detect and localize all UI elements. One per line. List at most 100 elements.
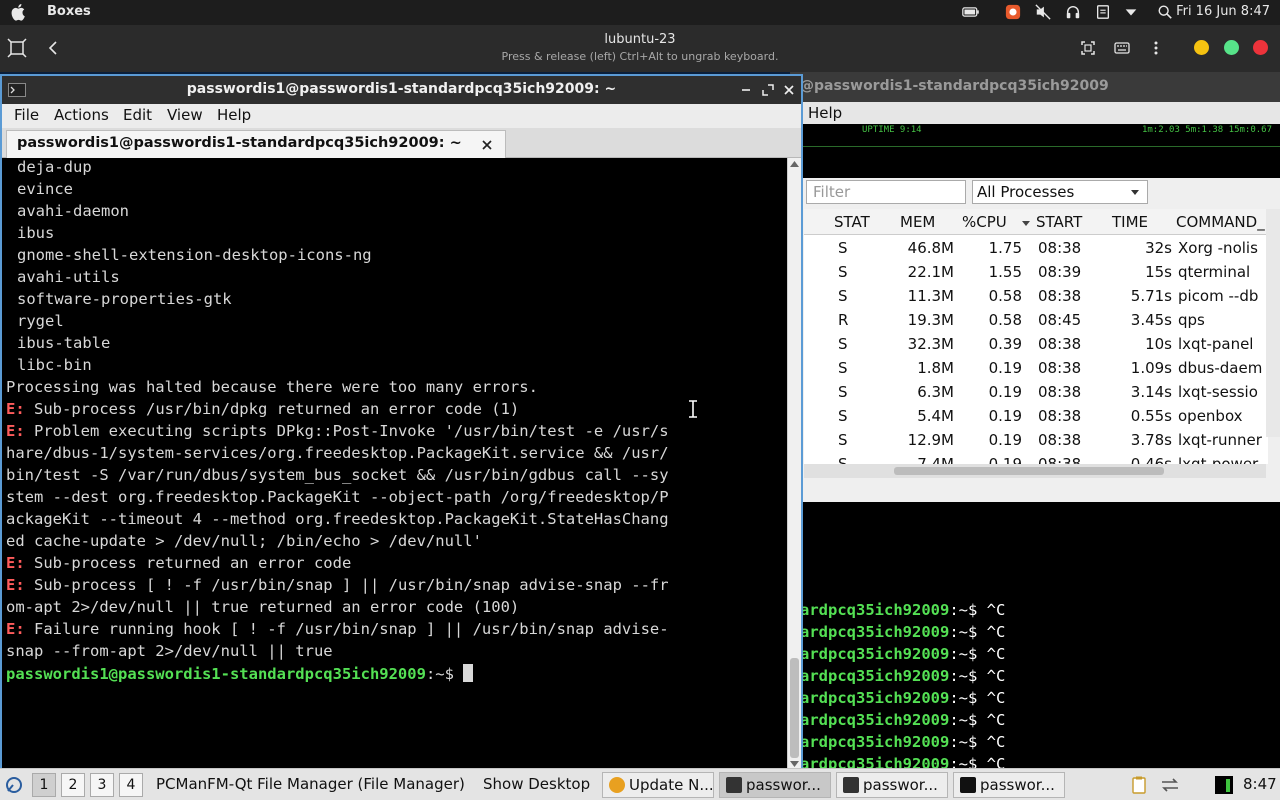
terminal-line: libc-bin — [17, 356, 92, 374]
mouse-ibeam-cursor-icon — [689, 400, 697, 418]
taskbar-button[interactable]: passwor... — [719, 772, 831, 798]
process-cell: 08:45 — [1038, 311, 1082, 329]
terminal-line: evince — [17, 180, 73, 198]
battery-icon[interactable] — [962, 4, 980, 20]
column-header-stat[interactable]: STAT — [834, 213, 870, 231]
process-cell: 08:38 — [1038, 455, 1082, 464]
background-terminal-titlebar[interactable]: @passwordis1-standardpcq35ich92009 — [790, 72, 1280, 102]
prompt-user-host: ardpcq35ich92009 — [800, 623, 950, 641]
active-app-name[interactable]: Boxes — [47, 4, 91, 19]
scrollbar-thumb[interactable] — [894, 467, 1164, 475]
terminal-tab-active[interactable]: passwordis1@passwordis1-standardpcq35ich… — [6, 130, 506, 158]
maximize-button[interactable] — [1224, 40, 1239, 55]
taskbar-button-label: Update N... — [629, 776, 714, 794]
column-header-command_l[interactable]: COMMAND_L — [1176, 213, 1268, 231]
process-table-horizontal-scrollbar[interactable] — [804, 464, 1266, 478]
menu-help[interactable]: Help — [217, 106, 251, 124]
close-button[interactable] — [1253, 40, 1268, 55]
apple-logo-icon[interactable] — [10, 3, 28, 21]
network-transfer-icon[interactable] — [1160, 777, 1180, 793]
process-cell: 32.3M — [907, 335, 954, 353]
process-row[interactable]: S 7.4M 0.19 08:38 0.46s lxqt-power — [804, 453, 1268, 464]
scroll-down-icon[interactable] — [790, 760, 799, 768]
terminal-line: E: Sub-process /usr/bin/dpkg returned an… — [6, 400, 520, 418]
process-row[interactable]: S 22.1M 1.55 08:39 15s qterminal — [804, 261, 1268, 285]
close-icon[interactable] — [783, 84, 795, 96]
main-terminal-window: passwordis1@passwordis1-standardpcq35ich… — [0, 74, 803, 768]
process-row[interactable]: S 6.3M 0.19 08:38 3.14s lxqt-sessio — [804, 381, 1268, 405]
process-row[interactable]: S 5.4M 0.19 08:38 0.55s openbox — [804, 405, 1268, 429]
main-terminal-title: passwordis1@passwordis1-standardpcq35ich… — [186, 81, 617, 97]
menu-edit[interactable]: Edit — [123, 106, 152, 124]
more-options-icon[interactable] — [1150, 40, 1162, 56]
close-tab-icon[interactable] — [481, 139, 493, 151]
process-table[interactable]: STAT MEM %CPU START TIME COMMAND_L S 46.8M 1.75… — [804, 209, 1268, 464]
keyboard-icon[interactable] — [1114, 40, 1130, 56]
main-terminal-scrollbar[interactable] — [787, 158, 801, 768]
panel-clock[interactable]: 8:47 — [1243, 775, 1277, 793]
column-header-mem[interactable]: MEM — [900, 213, 935, 231]
file-manager-launcher[interactable]: PCManFM-Qt File Manager (File Manager) — [156, 775, 465, 793]
taskbar-button-label: passwor... — [863, 776, 938, 794]
process-row[interactable]: S 1.8M 0.19 08:38 1.09s dbus-daem — [804, 357, 1268, 381]
menu-help[interactable]: Help — [808, 104, 842, 122]
clipboard-tray-icon[interactable] — [1130, 776, 1150, 794]
process-row[interactable]: S 11.3M 0.58 08:38 5.71s picom --db — [804, 285, 1268, 309]
terminal-line: ackageKit --timeout 4 --method org.freed… — [6, 510, 669, 528]
process-cell: 0.55s — [1130, 407, 1172, 425]
top-bar-clock[interactable]: Fri 16 Jun 8:47 — [1176, 4, 1270, 19]
mute-icon[interactable] — [1034, 4, 1052, 20]
notification-app-icon[interactable] — [1004, 4, 1022, 20]
fullscreen-icon[interactable] — [1080, 40, 1096, 56]
column-header-cpu[interactable]: %CPU — [962, 213, 1007, 231]
clipboard-icon[interactable] — [1094, 4, 1112, 20]
process-table-vertical-scrollbar[interactable] — [1266, 209, 1280, 437]
terminal-icon — [843, 777, 859, 793]
column-header-time[interactable]: TIME — [1112, 213, 1148, 231]
prompt-user-host: ardpcq35ich92009 — [800, 733, 950, 751]
menu-actions[interactable]: Actions — [54, 106, 109, 124]
terminal-line: ed cache-update > /dev/null; /bin/echo >… — [6, 532, 482, 550]
menu-file[interactable]: File — [14, 106, 39, 124]
maximize-icon[interactable] — [762, 84, 774, 96]
process-cell: 6.3M — [917, 383, 954, 401]
taskbar-button[interactable]: passwor... — [953, 772, 1065, 798]
main-terminal-output[interactable]: deja-dup evince avahi-daemon ibus gnome-shel… — [2, 158, 787, 768]
process-cell: 5.4M — [917, 407, 954, 425]
desktop-switch-3[interactable]: 3 — [90, 773, 114, 797]
minimize-icon[interactable] — [740, 84, 752, 96]
process-scope-select[interactable]: All Processes — [972, 180, 1148, 204]
vm-display[interactable]: @passwordis1-standardpcq35ich92009 Help … — [0, 72, 1280, 768]
process-row[interactable]: R 19.3M 0.58 08:45 3.45s qps — [804, 309, 1268, 333]
monitor-tray-icon[interactable] — [1214, 775, 1234, 795]
column-header-start[interactable]: START — [1036, 213, 1082, 231]
process-filter-input[interactable]: Filter — [806, 180, 966, 204]
scroll-up-icon[interactable] — [790, 160, 799, 168]
desktop-switch-4[interactable]: 4 — [119, 773, 143, 797]
minimize-button[interactable] — [1194, 40, 1209, 55]
main-menu-icon[interactable] — [4, 775, 24, 795]
chevron-down-icon[interactable] — [1122, 4, 1140, 20]
search-icon[interactable] — [1156, 4, 1174, 20]
process-cell: S — [838, 359, 848, 377]
menu-view[interactable]: View — [167, 106, 203, 124]
taskbar-button[interactable]: Update N... — [602, 772, 714, 798]
terminal-line: gnome-shell-extension-desktop-icons-ng — [17, 246, 372, 264]
process-cell: lxqt-power — [1178, 455, 1259, 464]
process-row[interactable]: S 46.8M 1.75 08:38 32s Xorg -nolis — [804, 237, 1268, 261]
terminal-prompt-line: passwordis1@passwordis1-standardpcq35ich… — [6, 664, 474, 683]
terminal-line: software-properties-gtk — [17, 290, 232, 308]
load-average-readout: 1m:2.03 5m:1.38 15m:0.67 — [1141, 125, 1272, 135]
desktop-switch-1[interactable]: 1 — [32, 773, 56, 797]
process-row[interactable]: S 12.9M 0.19 08:38 3.78s lxqt-runner — [804, 429, 1268, 453]
show-desktop-button[interactable]: Show Desktop — [483, 775, 590, 793]
sort-chevron-down-icon[interactable] — [1022, 221, 1030, 226]
taskbar-button[interactable]: passwor... — [836, 772, 948, 798]
main-terminal-titlebar[interactable]: passwordis1@passwordis1-standardpcq35ich… — [2, 76, 801, 104]
headset-icon[interactable] — [1064, 4, 1082, 20]
desktop-switch-2[interactable]: 2 — [61, 773, 85, 797]
terminal-icon — [726, 777, 742, 793]
terminal-line: deja-dup — [17, 158, 92, 176]
scrollbar-thumb[interactable] — [790, 658, 799, 758]
process-row[interactable]: S 32.3M 0.39 08:38 10s lxqt-panel — [804, 333, 1268, 357]
